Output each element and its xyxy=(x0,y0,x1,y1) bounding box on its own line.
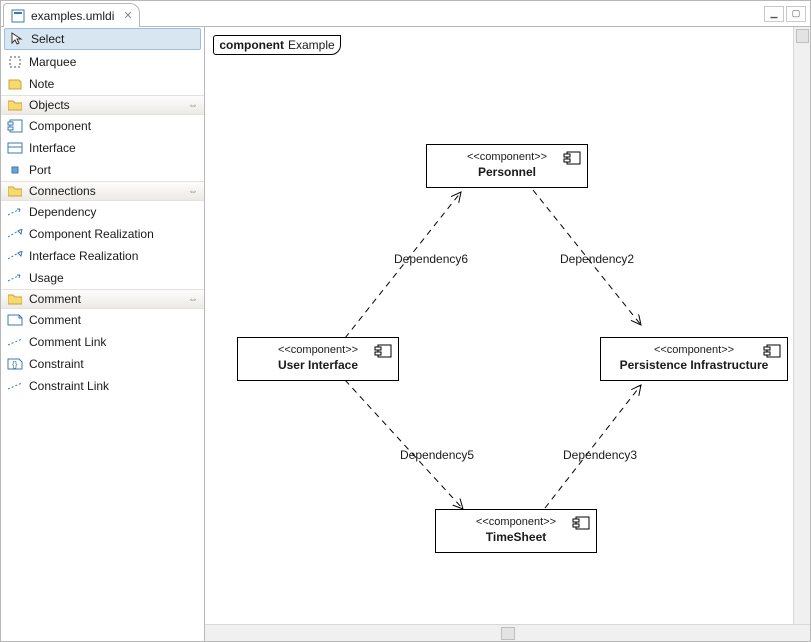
horizontal-scrollbar[interactable] xyxy=(205,624,810,641)
tool-label: Marquee xyxy=(29,55,76,69)
tool-label: Select xyxy=(31,32,64,46)
tool-palette: Select Marquee Note Objects ⇔ Component xyxy=(1,27,205,641)
note-icon xyxy=(7,76,23,92)
tool-label: Interface Realization xyxy=(29,249,138,263)
dependency-label-3[interactable]: Dependency3 xyxy=(563,448,637,462)
tool-component-realization[interactable]: Component Realization xyxy=(1,223,204,245)
tool-comment-link[interactable]: Comment Link xyxy=(1,331,204,353)
pin-icon[interactable]: ⇔ xyxy=(188,294,198,305)
interface-icon xyxy=(7,140,23,156)
diagram-canvas[interactable]: component Example xyxy=(205,27,810,624)
canvas-wrapper: component Example xyxy=(205,27,810,641)
drawer-label: Connections xyxy=(29,184,96,198)
drawer-comment[interactable]: Comment ⇔ xyxy=(1,289,204,309)
close-tab-icon[interactable]: ✕ xyxy=(123,9,132,22)
scrollbar-thumb[interactable] xyxy=(501,627,515,640)
minimize-view-button[interactable]: ▁ xyxy=(764,6,784,22)
component-timesheet[interactable]: <<component>> TimeSheet xyxy=(435,509,597,553)
cursor-icon xyxy=(9,31,25,47)
dependency-label-5[interactable]: Dependency5 xyxy=(400,448,474,462)
dependency-icon xyxy=(7,204,23,220)
application-window: examples.umldi ✕ ▁ ▢ Select Marquee Note xyxy=(0,0,811,642)
constraint-icon: {} xyxy=(7,356,23,372)
realization-icon xyxy=(7,226,23,242)
tool-label: Constraint Link xyxy=(29,379,109,393)
view-controls: ▁ ▢ xyxy=(764,1,810,26)
component-personnel[interactable]: <<component>> Personnel xyxy=(426,144,588,188)
tool-interface-realization[interactable]: Interface Realization xyxy=(1,245,204,267)
dependency-label-2[interactable]: Dependency2 xyxy=(560,252,634,266)
dependency-label-6[interactable]: Dependency6 xyxy=(394,252,468,266)
tool-label: Dependency xyxy=(29,205,96,219)
tool-label: Port xyxy=(29,163,51,177)
frame-keyword: component xyxy=(219,38,284,52)
component-glyph-icon xyxy=(763,344,781,361)
tool-dependency[interactable]: Dependency xyxy=(1,201,204,223)
component-name: TimeSheet xyxy=(446,530,586,544)
tool-label: Note xyxy=(29,77,54,91)
editor-tabbar: examples.umldi ✕ ▁ ▢ xyxy=(1,1,810,27)
interface-realization-icon xyxy=(7,248,23,264)
tool-label: Interface xyxy=(29,141,76,155)
tool-marquee[interactable]: Marquee xyxy=(1,51,204,73)
component-user-interface[interactable]: <<component>> User Interface xyxy=(237,337,399,381)
tool-select[interactable]: Select xyxy=(4,28,201,50)
drawer-connections[interactable]: Connections ⇔ xyxy=(1,181,204,201)
tool-label: Usage xyxy=(29,271,64,285)
component-glyph-icon xyxy=(572,516,590,533)
tool-port[interactable]: Port xyxy=(1,159,204,181)
tab-title: examples.umldi xyxy=(31,9,114,23)
component-glyph-icon xyxy=(563,151,581,168)
tool-constraint[interactable]: {} Constraint xyxy=(1,353,204,375)
frame-name: Example xyxy=(288,38,335,52)
tool-interface[interactable]: Interface xyxy=(1,137,204,159)
usage-icon xyxy=(7,270,23,286)
tool-usage[interactable]: Usage xyxy=(1,267,204,289)
drawer-label: Objects xyxy=(29,98,70,112)
component-icon xyxy=(7,118,23,134)
drawer-objects[interactable]: Objects ⇔ xyxy=(1,95,204,115)
pin-icon[interactable]: ⇔ xyxy=(188,100,198,111)
component-name: User Interface xyxy=(248,358,388,372)
tool-comment[interactable]: Comment xyxy=(1,309,204,331)
tool-constraint-link[interactable]: Constraint Link xyxy=(1,375,204,397)
component-glyph-icon xyxy=(374,344,392,361)
stereotype-label: <<component>> xyxy=(611,344,777,356)
svg-text:{}: {} xyxy=(12,360,18,369)
component-persistence-infrastructure[interactable]: <<component>> Persistence Infrastructure xyxy=(600,337,788,381)
stereotype-label: <<component>> xyxy=(437,151,577,163)
tool-label: Component xyxy=(29,119,91,133)
stereotype-label: <<component>> xyxy=(446,516,586,528)
tool-label: Comment Link xyxy=(29,335,106,349)
pin-icon[interactable]: ⇔ xyxy=(188,186,198,197)
port-icon xyxy=(7,162,23,178)
tool-component[interactable]: Component xyxy=(1,115,204,137)
tool-label: Comment xyxy=(29,313,81,327)
folder-icon xyxy=(7,183,23,199)
diagram-frame-label: component Example xyxy=(213,35,341,55)
tool-label: Component Realization xyxy=(29,227,154,241)
comment-link-icon xyxy=(7,334,23,350)
editor-body: Select Marquee Note Objects ⇔ Component xyxy=(1,27,810,641)
vertical-scrollbar[interactable] xyxy=(793,27,810,624)
editor-tab[interactable]: examples.umldi ✕ xyxy=(3,3,140,27)
marquee-icon xyxy=(7,54,23,70)
constraint-link-icon xyxy=(7,378,23,394)
tool-note[interactable]: Note xyxy=(1,73,204,95)
folder-icon xyxy=(7,97,23,113)
file-icon xyxy=(10,8,26,24)
maximize-view-button[interactable]: ▢ xyxy=(786,6,806,22)
tool-label: Constraint xyxy=(29,357,84,371)
component-name: Personnel xyxy=(437,165,577,179)
component-name: Persistence Infrastructure xyxy=(611,358,777,372)
comment-icon xyxy=(7,312,23,328)
stereotype-label: <<component>> xyxy=(248,344,388,356)
folder-icon xyxy=(7,291,23,307)
drawer-label: Comment xyxy=(29,292,81,306)
scrollbar-thumb[interactable] xyxy=(796,29,809,43)
